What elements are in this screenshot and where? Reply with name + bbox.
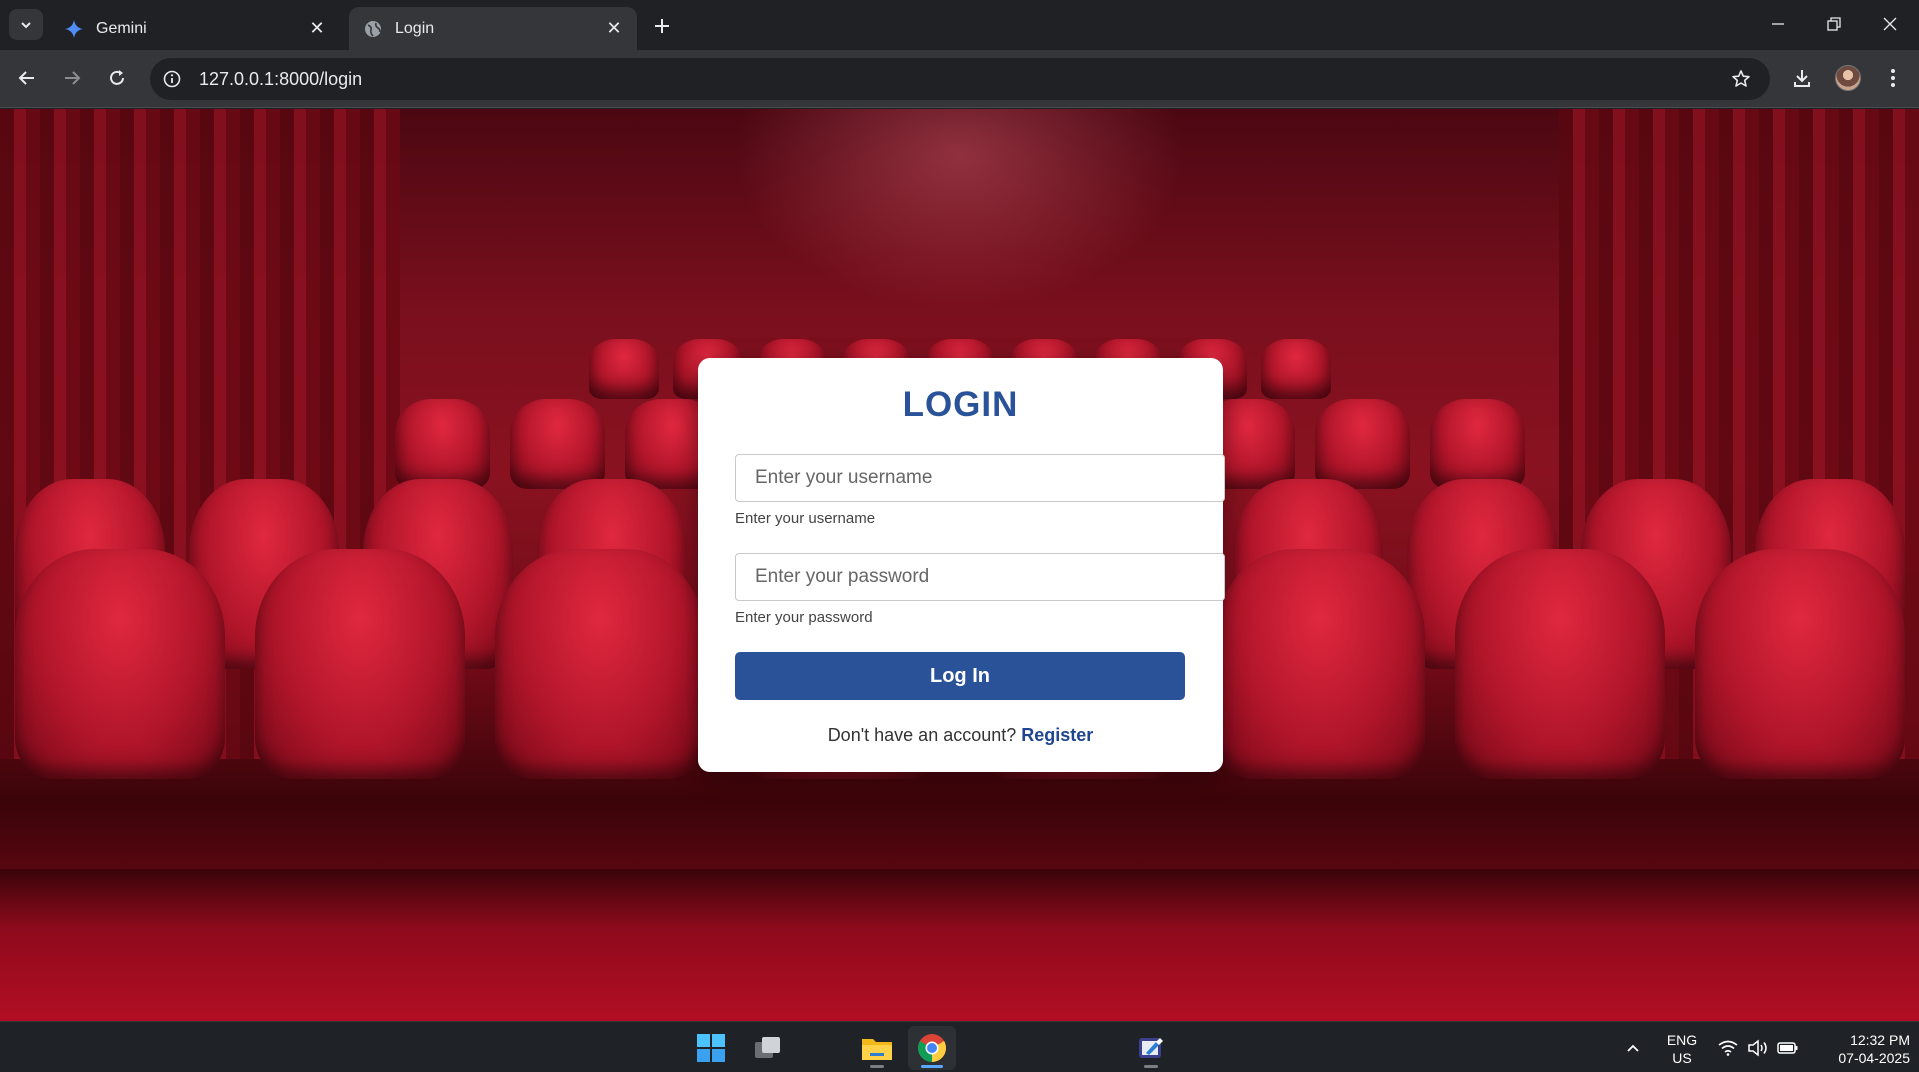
chevron-up-icon	[1627, 1044, 1639, 1052]
language-indicator[interactable]: ENG US	[1662, 1031, 1702, 1067]
plus-icon	[655, 19, 669, 33]
gemini-icon	[64, 19, 84, 39]
reload-button[interactable]	[100, 61, 134, 95]
more-vertical-icon	[1891, 69, 1895, 87]
register-link[interactable]: Register	[1021, 725, 1093, 745]
downloads-button[interactable]	[1785, 61, 1819, 95]
floor	[0, 869, 1919, 1021]
globe-icon	[363, 19, 383, 39]
minimize-button[interactable]	[1750, 0, 1806, 48]
chevron-down-icon	[21, 21, 31, 28]
close-window-button[interactable]	[1862, 0, 1918, 48]
volume-icon	[1748, 1038, 1767, 1057]
language-code: ENG	[1666, 1032, 1698, 1048]
paint-button[interactable]	[1127, 1026, 1175, 1070]
task-view-button[interactable]	[744, 1026, 792, 1070]
restore-icon	[1827, 17, 1841, 31]
password-helper-text: Enter your password	[735, 609, 873, 626]
taskbar: ENG US 12:32 PM 07-04-2025	[0, 1021, 1919, 1072]
profile-button[interactable]	[1831, 61, 1865, 95]
running-indicator	[870, 1065, 884, 1068]
back-button[interactable]	[10, 61, 44, 95]
show-hidden-icons-button[interactable]	[1618, 1022, 1648, 1072]
menu-button[interactable]	[1876, 61, 1910, 95]
start-button[interactable]	[687, 1026, 735, 1070]
task-view-icon	[755, 1037, 780, 1058]
download-icon	[1794, 70, 1810, 87]
new-tab-button[interactable]	[648, 12, 676, 40]
region-code: US	[1672, 1050, 1692, 1066]
wifi-icon	[1718, 1040, 1738, 1056]
running-indicator	[1144, 1065, 1158, 1068]
chrome-icon	[918, 1034, 946, 1062]
minimize-icon	[1772, 23, 1784, 25]
register-prompt-text: Don't have an account?	[827, 725, 1017, 745]
tab-strip: Gemini ✕ Login ✕	[0, 0, 1919, 50]
arrow-right-icon	[65, 71, 81, 85]
chrome-button[interactable]	[908, 1026, 956, 1070]
tab-title: Login	[395, 19, 435, 37]
tab-search-button[interactable]	[9, 9, 43, 40]
page-background: LOGIN Enter your username Enter your pas…	[0, 109, 1919, 1021]
browser-toolbar: 127.0.0.1:8000/login	[0, 50, 1919, 108]
username-helper-text: Enter your username	[735, 510, 876, 527]
forward-button[interactable]	[55, 61, 89, 95]
arrow-left-icon	[18, 71, 34, 85]
folder-icon	[862, 1039, 892, 1060]
address-bar[interactable]: 127.0.0.1:8000/login	[150, 58, 1770, 100]
file-explorer-button[interactable]	[853, 1026, 901, 1070]
site-info-icon[interactable]	[155, 62, 189, 96]
active-indicator	[921, 1065, 943, 1068]
username-input[interactable]	[735, 454, 1225, 502]
clock-date: 07-04-2025	[1838, 1050, 1910, 1066]
volume-status[interactable]	[1744, 1022, 1772, 1072]
wifi-status[interactable]	[1714, 1022, 1742, 1072]
clock-time: 12:32 PM	[1850, 1032, 1910, 1048]
close-icon	[1883, 17, 1897, 31]
register-prompt: Don't have an account? Register	[698, 725, 1223, 746]
bookmark-star-icon[interactable]	[1724, 62, 1758, 96]
close-icon[interactable]: ✕	[601, 16, 627, 42]
tab-title: Gemini	[96, 19, 147, 37]
paint-icon	[1139, 1038, 1163, 1058]
login-card: LOGIN Enter your username Enter your pas…	[698, 358, 1225, 772]
url-text: 127.0.0.1:8000/login	[199, 68, 363, 89]
restore-button[interactable]	[1806, 0, 1862, 48]
battery-status[interactable]	[1774, 1022, 1802, 1072]
avatar	[1835, 65, 1861, 91]
battery-icon	[1777, 1041, 1798, 1054]
login-heading: LOGIN	[902, 385, 1019, 424]
login-button[interactable]: Log In	[735, 652, 1185, 700]
close-icon[interactable]: ✕	[304, 16, 330, 42]
tab-gemini[interactable]: Gemini ✕	[50, 7, 340, 50]
password-input[interactable]	[735, 553, 1225, 601]
reload-icon	[110, 70, 124, 85]
tab-login[interactable]: Login ✕	[349, 7, 637, 50]
clock[interactable]: 12:32 PM 07-04-2025	[1810, 1031, 1910, 1067]
windows-icon	[697, 1034, 725, 1062]
